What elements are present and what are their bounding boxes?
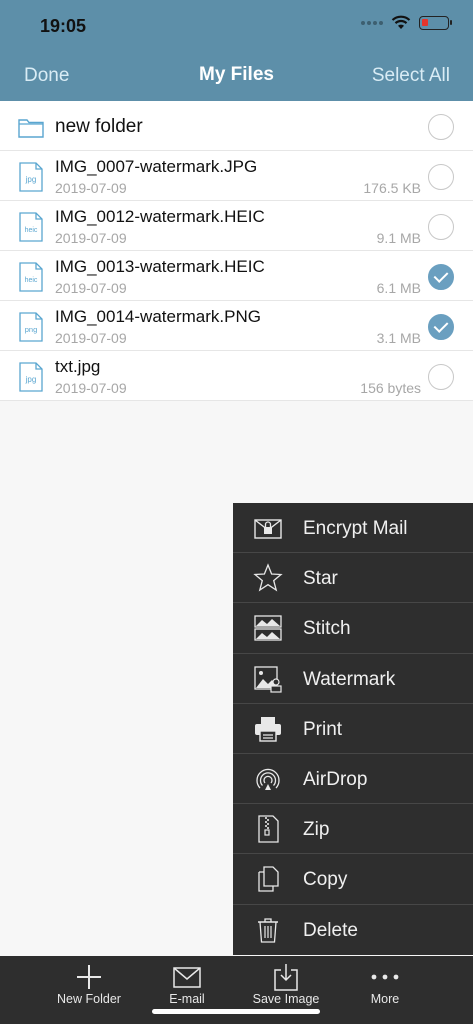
- file-size: 176.5 KB: [363, 180, 421, 196]
- menu-item-copy[interactable]: Copy: [233, 854, 473, 905]
- file-row[interactable]: jpg IMG_0007-watermark.JPG 2019-07-09 17…: [0, 151, 473, 201]
- airdrop-icon: [256, 768, 280, 790]
- zip-icon: [258, 815, 279, 843]
- file-row[interactable]: heic IMG_0012-watermark.HEIC 2019-07-09 …: [0, 201, 473, 251]
- file-size: 6.1 MB: [376, 280, 421, 296]
- file-list: new folder jpg IMG_0007-watermark.JPG 20…: [0, 101, 473, 401]
- file-name: IMG_0007-watermark.JPG: [55, 157, 258, 176]
- menu-label: Encrypt Mail: [303, 518, 408, 539]
- battery-icon: [419, 15, 452, 30]
- select-checkbox-checked[interactable]: [428, 264, 454, 290]
- menu-item-zip[interactable]: Zip: [233, 804, 473, 855]
- file-date: 2019-07-09: [55, 330, 127, 346]
- menu-label: Watermark: [303, 668, 396, 690]
- star-icon: [253, 563, 283, 592]
- menu-label: Zip: [303, 819, 330, 841]
- app-header: 19:05 Done My Files Select All: [0, 0, 473, 101]
- folder-row[interactable]: new folder: [0, 101, 473, 151]
- file-size: 156 bytes: [360, 380, 421, 396]
- file-name: new folder: [55, 116, 143, 137]
- file-date: 2019-07-09: [55, 180, 127, 196]
- file-date: 2019-07-09: [55, 380, 127, 396]
- menu-item-star[interactable]: Star: [233, 553, 473, 604]
- menu-label: Stitch: [303, 618, 351, 640]
- menu-label: Delete: [303, 919, 358, 941]
- menu-item-print[interactable]: Print: [233, 704, 473, 754]
- menu-item-stitch[interactable]: Stitch: [233, 603, 473, 654]
- home-indicator: [152, 1009, 320, 1014]
- heic-file-icon: heic: [19, 262, 43, 292]
- action-menu: Encrypt Mail Star Stitch Watermark Print…: [233, 503, 473, 955]
- new-folder-button[interactable]: New Folder: [39, 956, 139, 1016]
- menu-label: Star: [303, 568, 338, 590]
- file-row[interactable]: jpg txt.jpg 2019-07-09 156 bytes: [0, 351, 473, 401]
- tab-label: E-mail: [169, 992, 205, 1006]
- select-checkbox-checked[interactable]: [428, 314, 454, 340]
- file-type-label: jpg: [25, 375, 37, 384]
- wifi-icon: [391, 15, 411, 29]
- copy-icon: [258, 866, 279, 892]
- file-type-label: heic: [25, 277, 38, 284]
- stitch-icon: [254, 615, 282, 642]
- file-row[interactable]: heic IMG_0013-watermark.HEIC 2019-07-09 …: [0, 251, 473, 301]
- encrypt-mail-icon: [254, 519, 282, 539]
- print-icon: [255, 716, 281, 742]
- select-checkbox[interactable]: [428, 214, 454, 240]
- tab-label: New Folder: [57, 992, 121, 1006]
- heic-file-icon: heic: [19, 212, 43, 242]
- watermark-icon: [254, 665, 282, 693]
- menu-item-airdrop[interactable]: AirDrop: [233, 754, 473, 805]
- more-icon: [371, 974, 399, 980]
- file-name: IMG_0013-watermark.HEIC: [55, 257, 265, 276]
- menu-item-watermark[interactable]: Watermark: [233, 654, 473, 704]
- file-type-label: png: [25, 325, 38, 334]
- file-date: 2019-07-09: [55, 280, 127, 296]
- menu-item-encrypt-mail[interactable]: Encrypt Mail: [233, 503, 473, 554]
- save-image-button[interactable]: Save Image: [236, 956, 336, 1016]
- file-date: 2019-07-09: [55, 230, 127, 246]
- file-type-label: jpg: [25, 175, 37, 184]
- menu-label: AirDrop: [303, 768, 368, 790]
- menu-item-delete[interactable]: Delete: [233, 905, 473, 955]
- menu-label: Copy: [303, 869, 348, 891]
- file-name: txt.jpg: [55, 357, 101, 376]
- png-file-icon: png: [19, 312, 43, 342]
- folder-icon: [18, 119, 44, 138]
- status-icons: [361, 15, 452, 30]
- select-checkbox[interactable]: [428, 114, 454, 140]
- jpg-file-icon: jpg: [19, 162, 43, 192]
- select-checkbox[interactable]: [428, 164, 454, 190]
- tab-label: More: [370, 992, 400, 1006]
- select-all-button[interactable]: Select All: [372, 65, 450, 87]
- jpg-file-icon: jpg: [19, 362, 43, 392]
- select-checkbox[interactable]: [428, 364, 454, 390]
- file-type-label: heic: [25, 227, 38, 234]
- file-size: 3.1 MB: [376, 330, 421, 346]
- file-row[interactable]: png IMG_0014-watermark.PNG 2019-07-09 3.…: [0, 301, 473, 351]
- more-button[interactable]: More: [335, 956, 435, 1016]
- email-button[interactable]: E-mail: [137, 956, 237, 1016]
- file-name: IMG_0014-watermark.PNG: [55, 307, 261, 326]
- save-image-icon: [274, 964, 298, 991]
- cellular-signal-icon: [361, 20, 383, 25]
- mail-icon: [173, 967, 201, 988]
- file-size: 9.1 MB: [376, 230, 421, 246]
- status-time: 19:05: [40, 16, 87, 36]
- file-name: IMG_0012-watermark.HEIC: [55, 207, 265, 226]
- tab-label: Save Image: [252, 992, 320, 1006]
- plus-icon: [77, 965, 101, 989]
- trash-icon: [258, 917, 278, 943]
- menu-label: Print: [303, 718, 343, 740]
